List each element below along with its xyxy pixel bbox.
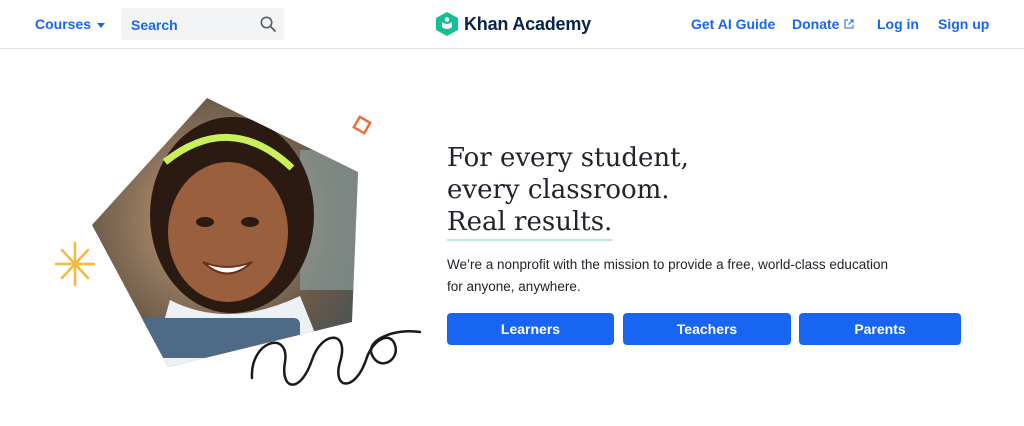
external-link-icon — [844, 19, 854, 29]
student-photo — [92, 98, 358, 367]
search-box — [121, 8, 284, 42]
donate-link[interactable]: Donate — [792, 16, 854, 32]
top-navigation: Courses Khan Academy Get AI Guide Donate… — [0, 0, 1024, 49]
hero-illustration — [54, 98, 422, 386]
courses-label: Courses — [35, 16, 92, 32]
headline-line-2: every classroom. — [447, 175, 670, 205]
donate-label: Donate — [792, 16, 840, 32]
decor-square-icon — [352, 115, 372, 135]
hero-description: We’re a nonprofit with the mission to pr… — [447, 254, 897, 298]
courses-menu-button[interactable]: Courses — [35, 16, 106, 32]
chevron-down-icon — [97, 22, 106, 28]
logo-text: Khan Academy — [464, 13, 591, 34]
search-input[interactable] — [129, 8, 253, 42]
get-ai-guide-link[interactable]: Get AI Guide — [691, 16, 775, 32]
login-link[interactable]: Log in — [877, 16, 919, 32]
learners-button[interactable]: Learners — [447, 313, 614, 345]
khan-logo-icon — [436, 12, 458, 36]
parents-button[interactable]: Parents — [799, 313, 961, 345]
headline-line-1: For every student, — [447, 143, 689, 173]
teachers-button[interactable]: Teachers — [623, 313, 791, 345]
search-icon[interactable] — [260, 16, 276, 32]
sparkle-icon — [54, 241, 96, 287]
hero-headline: For every student, every classroom. Real… — [447, 142, 689, 241]
hero-description-line-1: We’re a nonprofit with the mission to pr… — [447, 257, 888, 272]
khan-academy-logo[interactable]: Khan Academy — [436, 12, 591, 36]
signup-link[interactable]: Sign up — [938, 16, 989, 32]
hero-description-line-2: for anyone, anywhere. — [447, 279, 581, 294]
headline-line-3: Real results. — [447, 206, 613, 241]
